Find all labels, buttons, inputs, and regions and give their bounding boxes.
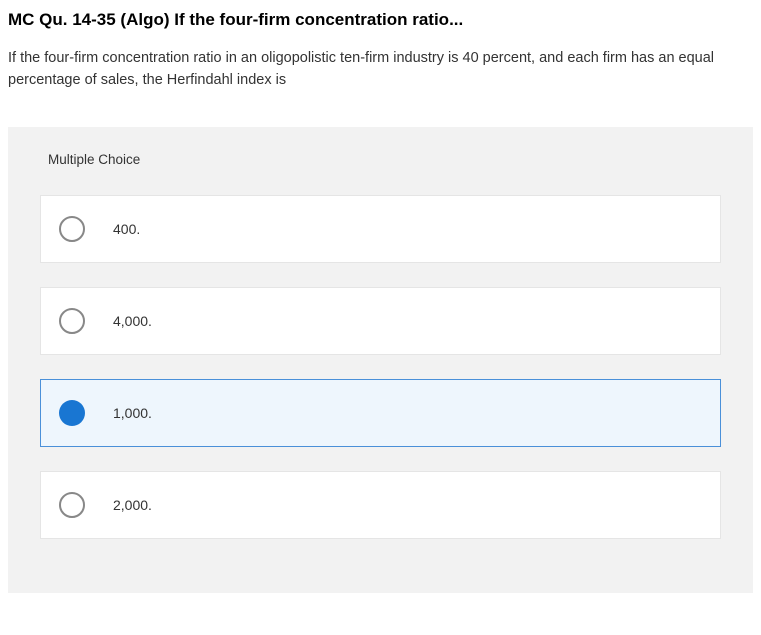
radio-icon (59, 308, 85, 334)
option-label: 4,000. (113, 313, 152, 329)
radio-icon-selected (59, 400, 85, 426)
radio-icon (59, 216, 85, 242)
question-title: MC Qu. 14-35 (Algo) If the four-firm con… (8, 10, 753, 30)
option-label: 2,000. (113, 497, 152, 513)
question-text: If the four-firm concentration ratio in … (8, 48, 753, 92)
option-2[interactable]: 1,000. (40, 379, 721, 447)
option-label: 400. (113, 221, 140, 237)
options-list: 400. 4,000. 1,000. 2,000. (8, 195, 753, 593)
radio-icon (59, 492, 85, 518)
section-label: Multiple Choice (8, 127, 753, 195)
option-1[interactable]: 4,000. (40, 287, 721, 355)
option-3[interactable]: 2,000. (40, 471, 721, 539)
option-0[interactable]: 400. (40, 195, 721, 263)
option-label: 1,000. (113, 405, 152, 421)
multiple-choice-container: Multiple Choice 400. 4,000. 1,000. 2,000… (8, 127, 753, 593)
